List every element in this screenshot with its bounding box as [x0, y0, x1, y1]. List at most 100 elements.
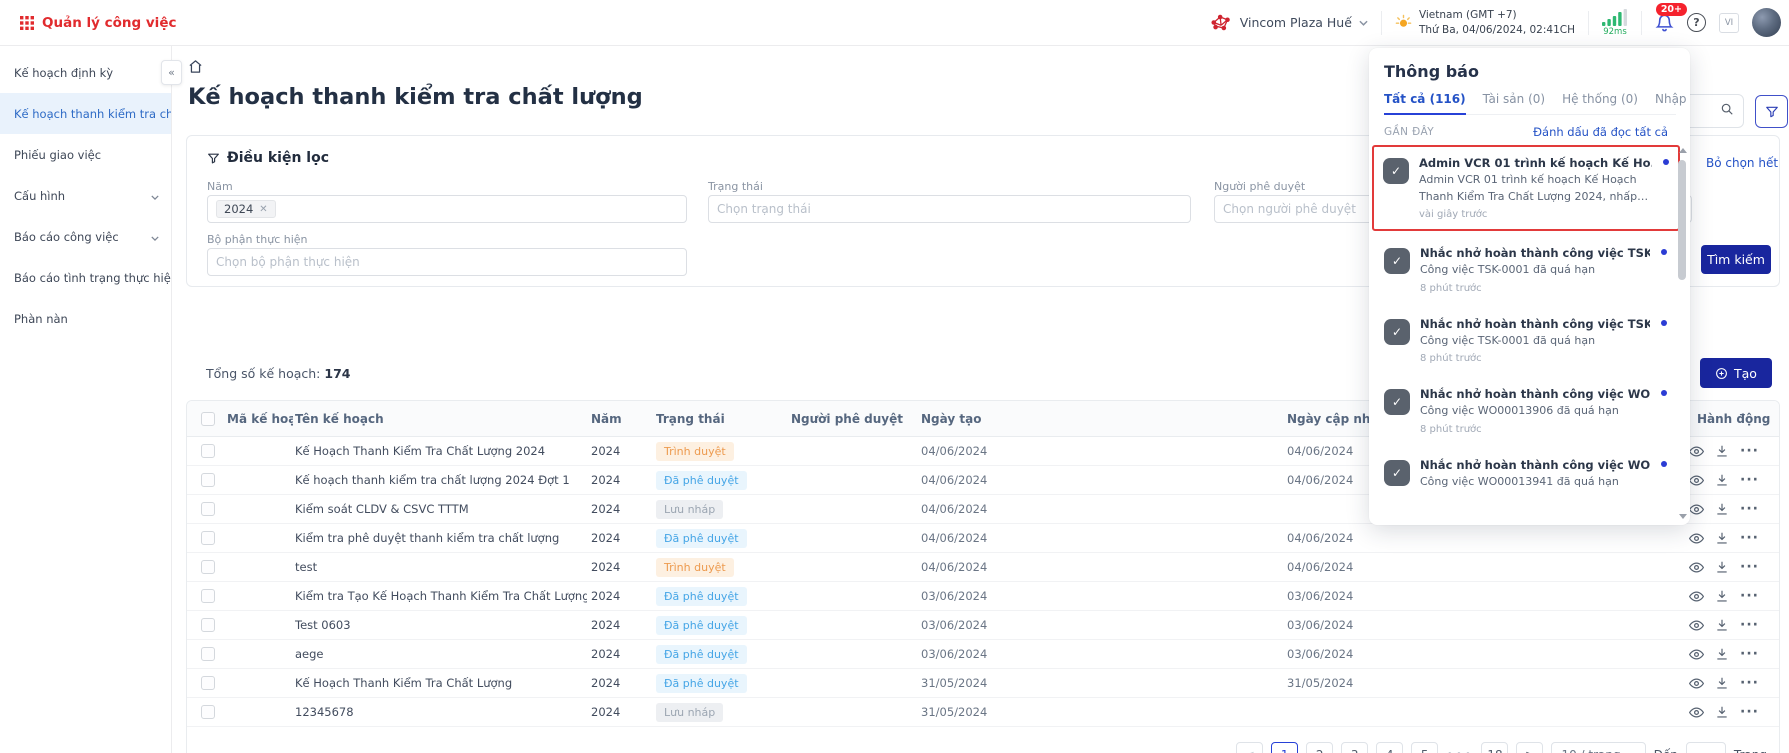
- view-icon[interactable]: [1689, 473, 1704, 488]
- row-checkbox[interactable]: [201, 560, 215, 574]
- download-icon[interactable]: [1715, 502, 1729, 516]
- more-actions-icon[interactable]: ···: [1740, 617, 1759, 633]
- table-row[interactable]: Test 0603 2024 Đã phê duyệt 03/06/2024 0…: [187, 611, 1779, 640]
- org-selector[interactable]: Vincom Plaza Huế: [1211, 13, 1368, 32]
- download-icon[interactable]: [1715, 647, 1729, 661]
- select-all-checkbox[interactable]: [201, 412, 215, 426]
- more-actions-icon[interactable]: ···: [1740, 704, 1759, 720]
- scrollbar-thumb[interactable]: [1678, 160, 1686, 280]
- download-icon[interactable]: [1715, 589, 1729, 603]
- help-icon[interactable]: ?: [1687, 13, 1706, 32]
- sidebar-item-complaints[interactable]: Phàn nàn: [0, 298, 171, 339]
- view-icon[interactable]: [1689, 502, 1704, 517]
- more-actions-icon[interactable]: ···: [1740, 646, 1759, 662]
- page-button-5[interactable]: 5: [1411, 742, 1438, 753]
- create-button[interactable]: Tạo: [1700, 358, 1772, 388]
- view-icon[interactable]: [1689, 560, 1704, 575]
- mark-all-read-link[interactable]: Đánh dấu đã đọc tất cả: [1533, 125, 1668, 139]
- row-checkbox[interactable]: [201, 531, 215, 545]
- home-icon[interactable]: [188, 59, 203, 78]
- column-filter-button[interactable]: [1755, 95, 1788, 128]
- notification-item[interactable]: ✓ Nhắc nhở hoàn thành công việc WO0... C…: [1375, 378, 1676, 444]
- table-row[interactable]: test 2024 Trình duyệt 04/06/2024 04/06/2…: [187, 553, 1779, 582]
- row-checkbox[interactable]: [201, 589, 215, 603]
- language-badge[interactable]: VI: [1719, 13, 1739, 33]
- more-actions-icon[interactable]: ···: [1740, 588, 1759, 604]
- notification-item[interactable]: ✓ Nhắc nhở hoàn thành công việc WO0... C…: [1375, 449, 1676, 500]
- scroll-up-icon[interactable]: [1679, 148, 1687, 153]
- department-select[interactable]: [208, 255, 686, 269]
- deselect-all-link[interactable]: Bỏ chọn hết: [1706, 156, 1778, 170]
- sidebar-collapse-button[interactable]: «: [161, 60, 182, 85]
- page-button-1[interactable]: 1: [1271, 742, 1298, 753]
- table-row[interactable]: Kế Hoạch Thanh Kiểm Tra Chất Lượng 2024 …: [187, 669, 1779, 698]
- tab-assets[interactable]: Tài sản (0): [1483, 92, 1545, 114]
- more-actions-icon[interactable]: ···: [1740, 559, 1759, 575]
- row-checkbox[interactable]: [201, 618, 215, 632]
- download-icon[interactable]: [1715, 531, 1729, 545]
- department-field[interactable]: [207, 248, 687, 276]
- sidebar-item-status-report[interactable]: Báo cáo tình trạng thực hiện: [0, 257, 171, 298]
- notifications-bell[interactable]: 20+: [1655, 13, 1674, 32]
- view-icon[interactable]: [1689, 444, 1704, 459]
- remove-tag-icon[interactable]: ✕: [259, 204, 267, 215]
- download-icon[interactable]: [1715, 705, 1729, 719]
- page-button-last[interactable]: 18: [1481, 742, 1508, 753]
- user-avatar[interactable]: [1752, 8, 1781, 37]
- tab-system[interactable]: Hệ thống (0): [1562, 92, 1638, 114]
- sidebar-item-configuration[interactable]: Cấu hình: [0, 175, 171, 216]
- more-actions-icon[interactable]: ···: [1740, 443, 1759, 459]
- row-checkbox[interactable]: [201, 647, 215, 661]
- app-brand[interactable]: Quản lý công việc: [20, 15, 176, 31]
- view-icon[interactable]: [1689, 618, 1704, 633]
- page-ellipsis[interactable]: •••: [1446, 748, 1473, 753]
- table-row[interactable]: Kiểm tra phê duyệt thanh kiểm tra chất l…: [187, 524, 1779, 553]
- page-size-select[interactable]: 10 / trang: [1551, 742, 1645, 753]
- year-tag[interactable]: 2024✕: [216, 200, 276, 218]
- panel-scrollbar[interactable]: [1677, 148, 1687, 519]
- search-icon[interactable]: [1720, 102, 1734, 120]
- page-button-2[interactable]: 2: [1306, 742, 1333, 753]
- sidebar-item-work-ticket[interactable]: Phiếu giao việc: [0, 134, 171, 175]
- tab-import[interactable]: Nhập: [1655, 92, 1687, 114]
- more-actions-icon[interactable]: ···: [1740, 675, 1759, 691]
- status-select[interactable]: [709, 202, 1190, 216]
- download-icon[interactable]: [1715, 473, 1729, 487]
- download-icon[interactable]: [1715, 618, 1729, 632]
- sidebar-item-periodic-plan[interactable]: Kế hoạch định kỳ: [0, 52, 171, 93]
- sidebar-item-work-report[interactable]: Báo cáo công việc: [0, 216, 171, 257]
- table-row[interactable]: aege 2024 Đã phê duyệt 03/06/2024 03/06/…: [187, 640, 1779, 669]
- download-icon[interactable]: [1715, 676, 1729, 690]
- year-field[interactable]: 2024✕: [207, 195, 687, 223]
- prev-page-button[interactable]: <: [1236, 742, 1263, 753]
- more-actions-icon[interactable]: ···: [1740, 472, 1759, 488]
- row-checkbox[interactable]: [201, 676, 215, 690]
- notification-item[interactable]: ✓ Nhắc nhở hoàn thành công việc TSK... C…: [1375, 237, 1676, 303]
- more-actions-icon[interactable]: ···: [1740, 501, 1759, 517]
- view-icon[interactable]: [1689, 589, 1704, 604]
- scroll-down-icon[interactable]: [1679, 514, 1687, 519]
- table-row[interactable]: Kiểm tra Tạo Kế Hoạch Thanh Kiểm Tra Chấ…: [187, 582, 1779, 611]
- notification-item[interactable]: ✓ Admin VCR 01 trình kế hoạch Kế Ho... A…: [1372, 145, 1680, 231]
- row-checkbox[interactable]: [201, 473, 215, 487]
- row-checkbox[interactable]: [201, 502, 215, 516]
- notification-item[interactable]: ✓ Nhắc nhở hoàn thành công việc TSK... C…: [1375, 308, 1676, 374]
- next-page-button[interactable]: >: [1516, 742, 1543, 753]
- view-icon[interactable]: [1689, 676, 1704, 691]
- table-row[interactable]: 12345678 2024 Lưu nháp 31/05/2024 ···: [187, 698, 1779, 727]
- view-icon[interactable]: [1689, 531, 1704, 546]
- view-icon[interactable]: [1689, 647, 1704, 662]
- row-checkbox[interactable]: [201, 444, 215, 458]
- search-button[interactable]: Tìm kiếm: [1701, 245, 1771, 274]
- page-button-4[interactable]: 4: [1376, 742, 1403, 753]
- tab-all[interactable]: Tất cả (116): [1384, 92, 1466, 114]
- view-icon[interactable]: [1689, 705, 1704, 720]
- download-icon[interactable]: [1715, 444, 1729, 458]
- page-button-3[interactable]: 3: [1341, 742, 1368, 753]
- goto-page-input[interactable]: [1686, 742, 1726, 753]
- download-icon[interactable]: [1715, 560, 1729, 574]
- row-checkbox[interactable]: [201, 705, 215, 719]
- more-actions-icon[interactable]: ···: [1740, 530, 1759, 546]
- status-field[interactable]: [708, 195, 1191, 223]
- sidebar-item-quality-inspection-plan[interactable]: Kế hoạch thanh kiểm tra chất...: [0, 93, 171, 134]
